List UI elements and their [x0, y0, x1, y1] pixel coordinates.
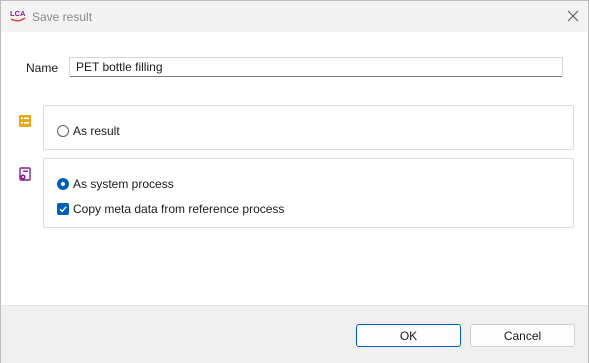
- close-icon: [567, 10, 579, 25]
- copy-meta-data-label: Copy meta data from reference process: [73, 202, 285, 216]
- dialog-content: Name As result: [1, 32, 588, 305]
- result-list-icon: [18, 114, 32, 128]
- as-system-process-radio[interactable]: [57, 178, 69, 190]
- copy-meta-data-option[interactable]: Copy meta data from reference process: [57, 202, 284, 216]
- lca-logo-icon: LCA: [10, 8, 26, 24]
- as-system-process-option[interactable]: As system process: [57, 177, 174, 191]
- as-system-process-group: As system process Copy meta data from re…: [43, 158, 574, 228]
- as-system-process-label: As system process: [73, 177, 174, 191]
- checkmark-icon: [59, 206, 67, 213]
- dialog-footer: OK Cancel: [1, 305, 588, 363]
- save-result-dialog: LCA Save result Name PET bottle filling …: [0, 0, 589, 363]
- name-input[interactable]: [69, 57, 563, 77]
- copy-meta-data-checkbox[interactable]: [57, 203, 69, 215]
- window-title: Save result: [32, 10, 93, 24]
- close-button[interactable]: [561, 6, 585, 28]
- as-result-radio[interactable]: [57, 125, 69, 137]
- cancel-button[interactable]: Cancel: [470, 324, 575, 347]
- as-result-option[interactable]: As result: [57, 124, 120, 138]
- as-result-label: As result: [73, 124, 120, 138]
- ok-button[interactable]: OK: [356, 324, 461, 347]
- title-bar[interactable]: LCA Save result: [1, 1, 588, 32]
- system-process-icon: [18, 167, 32, 181]
- lca-logo-text: LCA: [10, 9, 26, 18]
- as-result-group: As result: [43, 105, 574, 150]
- name-label: Name: [26, 61, 59, 75]
